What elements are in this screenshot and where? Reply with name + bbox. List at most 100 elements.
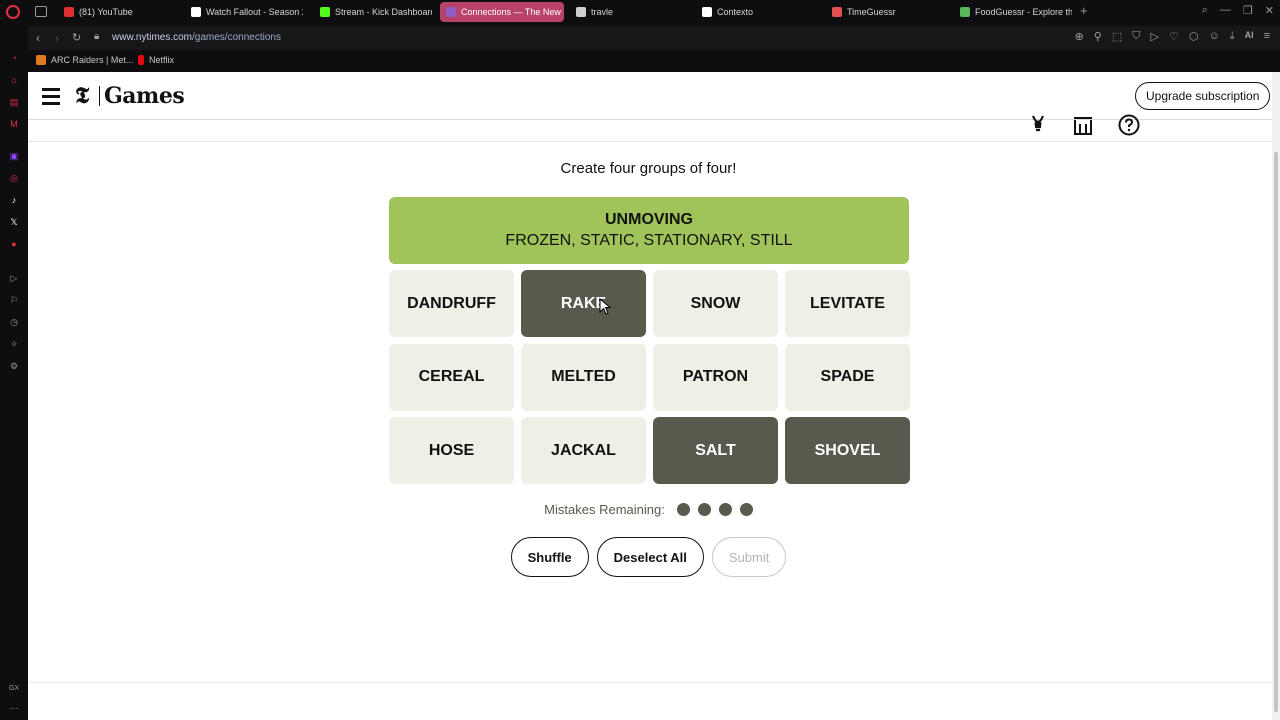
instagram-icon[interactable]: ◎: [8, 172, 20, 184]
opera-logo-icon[interactable]: [6, 5, 20, 19]
word-card-rake[interactable]: RAKE: [521, 270, 646, 337]
word-card-jackal[interactable]: JACKAL: [521, 417, 646, 484]
workspace-icon[interactable]: ⌂: [8, 74, 20, 86]
url-field[interactable]: www.nytimes.com/games/connections: [112, 32, 281, 43]
browser-tab[interactable]: Watch Fallout - Season 2: [185, 2, 303, 22]
more-icon[interactable]: ⋯: [8, 702, 20, 714]
word-card-snow[interactable]: SNOW: [653, 270, 778, 337]
solved-group-members: FROZEN, STATIC, STATIONARY, STILL: [505, 232, 793, 249]
gx-icon[interactable]: GX: [8, 682, 20, 694]
word-card-dandruff[interactable]: DANDRUFF: [389, 270, 514, 337]
word-card-hose[interactable]: HOSE: [389, 417, 514, 484]
music-player-icon[interactable]: ●: [8, 238, 20, 250]
pinboard-icon[interactable]: ⚐: [8, 294, 20, 306]
tiktok-icon[interactable]: ♪: [8, 194, 20, 206]
browser-tab[interactable]: Connections — The New: [440, 2, 564, 22]
messenger-icon[interactable]: M: [8, 118, 20, 130]
window-controls: ⌕ — ❐ ✕: [1202, 4, 1274, 17]
x-icon[interactable]: 𝕏: [8, 216, 20, 228]
word-card-cereal[interactable]: CEREAL: [389, 343, 514, 411]
shuffle-button[interactable]: Shuffle: [510, 537, 589, 577]
pin-icon[interactable]: ⚲: [1094, 30, 1102, 43]
word-card-shovel[interactable]: SHOVEL: [785, 417, 910, 484]
reload-icon[interactable]: ↻: [72, 31, 81, 44]
word-grid: DANDRUFF RAKE SNOW LEVITATE CEREAL MELTE…: [389, 270, 910, 484]
contexto-icon: [702, 7, 712, 17]
extensions-cube-icon[interactable]: ⬡: [1189, 30, 1199, 43]
mistake-dot: [718, 503, 732, 516]
hint-bulb-icon[interactable]: [1027, 114, 1049, 136]
solved-group-unmoving: UNMOVING FROZEN, STATIC, STATIONARY, STI…: [389, 197, 909, 264]
aria-icon[interactable]: ▤: [8, 96, 20, 108]
submit-button[interactable]: Submit: [711, 537, 787, 577]
minimize-icon[interactable]: —: [1220, 4, 1231, 17]
timeguessr-icon: [832, 7, 842, 17]
page-scrollbar[interactable]: [1272, 72, 1280, 720]
browser-tab[interactable]: Stream - Kick Dashboard: [314, 2, 432, 22]
mistakes-label: Mistakes Remaining:: [544, 502, 665, 517]
forward-icon[interactable]: ›: [55, 31, 59, 45]
browser-tab[interactable]: (81) YouTube: [58, 2, 176, 22]
tab-overview-icon[interactable]: [35, 6, 47, 17]
youtube-icon: [64, 7, 74, 17]
stats-icon[interactable]: [1072, 114, 1094, 136]
download-icon[interactable]: ⤓: [1230, 30, 1235, 43]
mistakes-remaining: Mistakes Remaining:: [28, 502, 1269, 517]
travle-icon: [576, 7, 586, 17]
new-tab-icon[interactable]: +: [1080, 4, 1088, 18]
browser-tab[interactable]: travle: [570, 2, 688, 22]
game-instructions: Create four groups of four!: [560, 160, 737, 177]
word-card-levitate[interactable]: LEVITATE: [785, 270, 910, 337]
word-card-salt[interactable]: SALT: [653, 417, 778, 484]
menu-icon[interactable]: [42, 88, 60, 105]
deselect-all-button[interactable]: Deselect All: [596, 537, 704, 577]
restore-icon[interactable]: ❐: [1243, 4, 1253, 17]
player-icon[interactable]: ▷: [8, 272, 20, 284]
settings-icon[interactable]: ⚙: [8, 360, 20, 372]
word-card-spade[interactable]: SPADE: [785, 343, 910, 411]
account-icon[interactable]: ☺: [1208, 30, 1219, 43]
browser-tab[interactable]: Contexto: [696, 2, 814, 22]
zoom-icon[interactable]: ⊕: [1075, 30, 1084, 43]
arc-raiders-icon: [36, 55, 46, 65]
mistake-dot: [676, 503, 690, 516]
foodguessr-icon: [960, 7, 970, 17]
browser-sidebar: ◔ ⌂ ▤ M ▣ ◎ ♪ 𝕏 ● ▷ ⚐ ◷ ✧ ⚙ GX ⋯: [0, 24, 28, 720]
logo-divider: [99, 86, 100, 106]
snapshot-icon[interactable]: ⬚: [1112, 30, 1122, 43]
bookmark-heart-icon[interactable]: ♡: [1169, 30, 1179, 43]
nyt-logo-icon[interactable]: 𝕿: [75, 82, 89, 109]
bookmark-arc-raiders[interactable]: ARC Raiders | Met...: [36, 55, 133, 65]
address-bar-actions: ⊕ ⚲ ⬚ ⛉ ▷ ♡ ⬡ ☺ ⤓ AI ≡: [1075, 30, 1270, 43]
tab-label: travle: [591, 7, 614, 17]
nyt-connections-icon: [446, 7, 456, 17]
browser-tab[interactable]: TimeGuessr: [826, 2, 944, 22]
games-wordmark[interactable]: Games: [104, 83, 185, 109]
browser-tab[interactable]: FoodGuessr - Explore the: [954, 2, 1072, 22]
help-icon[interactable]: [1118, 114, 1140, 136]
tab-label: (81) YouTube: [79, 7, 133, 17]
history-icon[interactable]: ◷: [8, 316, 20, 328]
word-card-melted[interactable]: MELTED: [521, 343, 646, 411]
bookmark-netflix[interactable]: Netflix: [138, 55, 174, 65]
word-card-patron[interactable]: PATRON: [653, 343, 778, 411]
game-controls: Shuffle Deselect All Submit: [28, 537, 1269, 577]
close-window-icon[interactable]: ✕: [1265, 4, 1274, 17]
easy-setup-icon[interactable]: ≡: [1264, 30, 1270, 43]
solved-group-title: UNMOVING: [605, 211, 693, 228]
tab-bar: (81) YouTube Watch Fallout - Season 2 Stre…: [0, 0, 1280, 24]
address-bar: ‹ › ↻ 🔒︎ www.nytimes.com/games/connectio…: [28, 26, 1280, 50]
upgrade-subscription-button[interactable]: Upgrade subscription: [1135, 82, 1271, 110]
bookmark-label: ARC Raiders | Met...: [51, 55, 134, 65]
twitch-icon[interactable]: ▣: [8, 150, 20, 162]
site-header: 𝕿 Games Upgrade subscription: [28, 72, 1272, 120]
vpn-icon[interactable]: ⛉: [1132, 30, 1140, 43]
extensions-icon[interactable]: ✧: [8, 338, 20, 350]
aria-ai-icon[interactable]: AI: [1245, 30, 1254, 43]
speed-dial-icon[interactable]: ◔: [8, 52, 20, 64]
search-tabs-icon[interactable]: ⌕: [1202, 4, 1208, 17]
player-control-icon[interactable]: ▷: [1151, 30, 1159, 43]
back-icon[interactable]: ‹: [36, 31, 40, 45]
scrollbar-thumb[interactable]: [1274, 152, 1278, 712]
mistake-dot: [739, 503, 753, 516]
